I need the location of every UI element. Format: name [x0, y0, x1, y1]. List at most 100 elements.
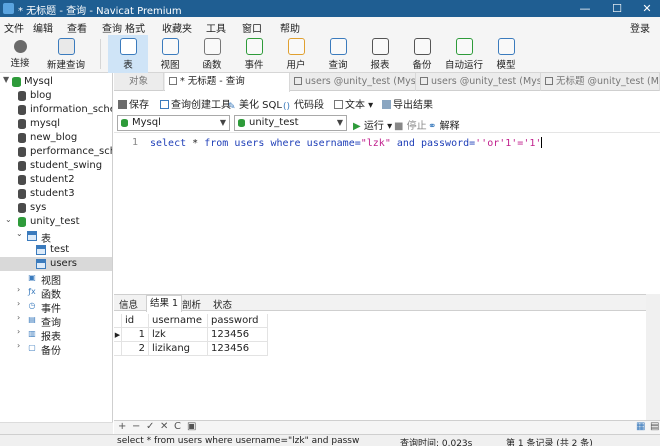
snippet-button[interactable]: () 代码段 — [283, 96, 324, 112]
column-header-id[interactable]: id — [122, 314, 149, 328]
tree-object-node[interactable]: › ▥ 报表 — [0, 327, 112, 343]
tree-object-node[interactable]: › ▢ 备份 — [0, 341, 112, 357]
save-button[interactable]: 保存 — [118, 96, 149, 111]
chevron-right-icon[interactable]: › — [17, 285, 20, 294]
table-cell[interactable]: 123456 — [208, 342, 268, 356]
tree-object-node[interactable]: ▣ 视图 — [0, 271, 112, 287]
tab-untitled-query[interactable]: * 无标题 - 查询 — [165, 73, 290, 92]
toolbar-table-button[interactable]: 表 — [108, 35, 148, 73]
toolbar-backup-button[interactable]: 备份 — [402, 35, 442, 73]
tree-database[interactable]: student3 — [0, 187, 112, 201]
sql-editor[interactable]: 1 select * from users where username="lz… — [114, 132, 660, 295]
tab-profile[interactable]: 剖析 — [182, 297, 201, 311]
toolbar-event-button[interactable]: 事件 — [234, 35, 274, 73]
connect-button[interactable]: 连接 — [0, 35, 40, 73]
run-button[interactable]: ▶ 运行 ▾ — [353, 117, 392, 132]
discard-changes-button[interactable]: ✕ — [160, 421, 168, 432]
grid-scrollbar[interactable] — [646, 294, 660, 420]
tree-database[interactable]: mysql — [0, 117, 112, 131]
new-query-button[interactable]: 新建查询 — [44, 35, 88, 73]
tab-untitled-table[interactable]: 无标题 @unity_test (Mys... — [541, 73, 660, 91]
beautify-sql-button[interactable]: ✎ 美化 SQL — [228, 96, 282, 112]
toolbar-label: 模型 — [496, 60, 516, 71]
stop-icon[interactable]: ▣ — [187, 421, 196, 432]
menu-tools[interactable]: 工具 — [206, 20, 226, 35]
menu-help[interactable]: 帮助 — [280, 20, 300, 35]
tab-result-1[interactable]: 结果 1 — [146, 295, 183, 312]
tree-database[interactable]: sys — [0, 201, 112, 215]
tab-users-1[interactable]: users @unity_test (Mysq... — [290, 73, 416, 91]
stop-button[interactable]: ■ 停止 — [394, 117, 427, 132]
toolbar-function-button[interactable]: 函数 — [192, 35, 232, 73]
chevron-down-icon[interactable]: ▼ — [3, 75, 9, 84]
tab-info[interactable]: 信息 — [119, 297, 138, 311]
tree-database[interactable]: new_blog — [0, 131, 112, 145]
chevron-right-icon[interactable]: › — [17, 313, 20, 322]
toolbar-query-button[interactable]: 查询 — [318, 35, 358, 73]
menu-favorites[interactable]: 收藏夹 — [162, 20, 192, 35]
query-builder-button[interactable]: 查询创建工具 — [160, 96, 231, 111]
minimize-button[interactable]: — — [570, 0, 600, 17]
database-icon — [18, 161, 26, 171]
tree-database[interactable]: student2 — [0, 173, 112, 187]
add-record-button[interactable]: + — [118, 421, 126, 432]
tree-database[interactable]: student_swing — [0, 159, 112, 173]
table-cell[interactable]: lizikang — [149, 342, 208, 356]
toolbar-view-button[interactable]: 视图 — [150, 35, 190, 73]
tree-database[interactable]: performance_schema — [0, 145, 112, 159]
table-cell[interactable]: lzk — [149, 328, 208, 342]
menu-format[interactable]: 格式 — [125, 20, 145, 35]
sql-code-line[interactable]: select * from users where username="lzk"… — [150, 137, 543, 149]
chevron-right-icon[interactable]: › — [17, 327, 20, 336]
row-selector[interactable] — [114, 342, 122, 356]
database-select[interactable]: unity_test ▼ — [234, 115, 347, 131]
export-results-button[interactable]: 导出结果 — [382, 96, 433, 111]
tree-database[interactable]: blog — [0, 89, 112, 103]
delete-record-button[interactable]: − — [132, 421, 140, 432]
connection-select[interactable]: Mysql ▼ — [117, 115, 230, 131]
table-cell[interactable]: 2 — [122, 342, 149, 356]
chevron-down-icon[interactable]: ⌄ — [5, 215, 12, 224]
toolbar-report-button[interactable]: 报表 — [360, 35, 400, 73]
tree-object-node[interactable]: › ▤ 查询 — [0, 313, 112, 329]
row-selector[interactable]: ▶ — [114, 328, 122, 342]
close-button[interactable]: ✕ — [632, 0, 660, 17]
refresh-button[interactable]: C — [174, 421, 181, 432]
maximize-button[interactable]: ☐ — [602, 0, 632, 17]
explain-button[interactable]: ⚭ 解释 — [428, 117, 460, 132]
sidebar-scrollbar[interactable] — [0, 422, 113, 434]
tree-object-node[interactable]: › ƒx 函数 — [0, 285, 112, 301]
menu-edit[interactable]: 编辑 — [33, 20, 53, 35]
table-cell[interactable]: 123456 — [208, 328, 268, 342]
tab-status[interactable]: 状态 — [213, 297, 232, 311]
tree-connection[interactable]: ▼ Mysql — [0, 75, 112, 89]
result-grid: id username password ▶ 1 lzk 123456 2 lizikan… — [114, 312, 660, 420]
toolbar-autorun-button[interactable]: 自动运行 — [444, 35, 484, 73]
login-link[interactable]: 登录 — [630, 20, 650, 35]
tab-users-2[interactable]: users @unity_test (Mysq... — [416, 73, 541, 91]
tree-table-users[interactable]: users — [0, 257, 112, 271]
tree-table-test[interactable]: test — [0, 243, 112, 257]
tree-tables-node[interactable]: ⌄ 表 — [0, 229, 112, 245]
menu-query[interactable]: 查询 — [102, 20, 122, 35]
menu-window[interactable]: 窗口 — [242, 20, 262, 35]
grid-view-icon[interactable]: ▦ — [636, 421, 645, 432]
column-header-username[interactable]: username — [149, 314, 208, 328]
column-header-password[interactable]: password — [208, 314, 268, 328]
table-cell[interactable]: 1 — [122, 328, 149, 342]
tab-objects[interactable]: 对象 — [114, 73, 164, 91]
chevron-right-icon[interactable]: › — [17, 341, 20, 350]
menu-file[interactable]: 文件 — [4, 20, 24, 35]
toolbar-user-button[interactable]: 用户 — [276, 35, 316, 73]
connection-icon — [121, 119, 128, 127]
form-view-icon[interactable]: ▤ — [650, 421, 659, 432]
chevron-right-icon[interactable]: › — [17, 299, 20, 308]
menu-view[interactable]: 查看 — [67, 20, 87, 35]
chevron-down-icon[interactable]: ⌄ — [16, 229, 23, 238]
tree-open-database[interactable]: ⌄ unity_test — [0, 215, 112, 229]
tree-database[interactable]: information_schema — [0, 103, 112, 117]
tree-object-node[interactable]: › ◷ 事件 — [0, 299, 112, 315]
apply-changes-button[interactable]: ✓ — [146, 421, 154, 432]
toolbar-model-button[interactable]: 模型 — [486, 35, 526, 73]
text-button[interactable]: 文本 ▾ — [334, 96, 373, 111]
